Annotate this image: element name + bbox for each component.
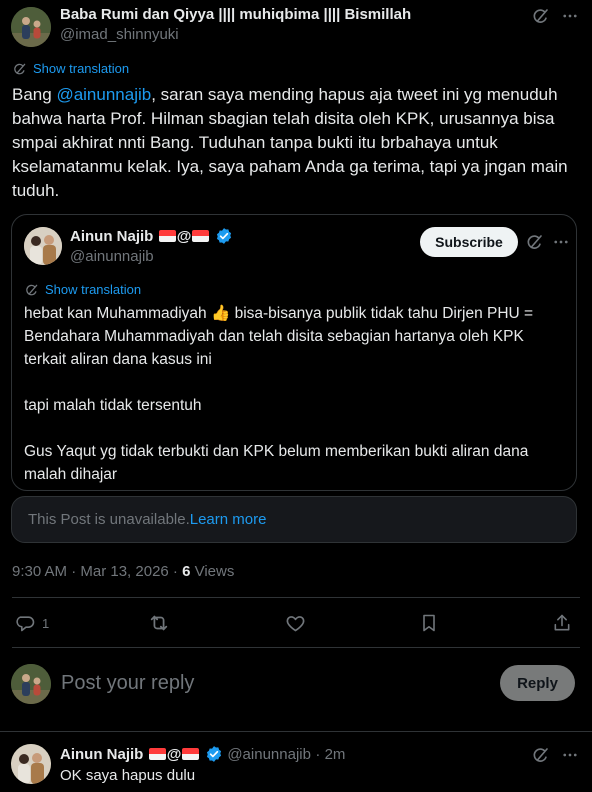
learn-more-link[interactable]: Learn more	[190, 511, 267, 528]
reply-input[interactable]: Post your reply	[61, 672, 194, 695]
grok-icon[interactable]	[531, 745, 551, 765]
reply-author-name[interactable]: Ainun Najib	[60, 746, 143, 763]
share-icon	[554, 614, 570, 631]
reply-icon	[16, 616, 35, 632]
quoted-paragraph: tapi malah tidak tersentuh	[24, 397, 202, 414]
quoted-paragraph: hebat kan Muhammadiyah 👍 bisa-bisanya pu…	[24, 305, 534, 368]
composer-avatar[interactable]	[11, 664, 51, 704]
grok-icon[interactable]	[525, 232, 545, 252]
main-tweet-text: Bang @ainunnajib, saran saya mending hap…	[12, 85, 568, 200]
verified-badge-icon	[216, 228, 231, 244]
indonesia-flag-icon	[182, 748, 200, 760]
share-button[interactable]	[551, 612, 573, 634]
heart-icon	[286, 615, 304, 631]
mention-link[interactable]: @ainunnajib	[56, 85, 151, 104]
reply-button[interactable]: 1	[16, 612, 49, 634]
more-options-icon[interactable]	[551, 232, 571, 252]
show-translation-link[interactable]: Show translation	[25, 282, 141, 297]
retweet-button[interactable]	[148, 612, 170, 634]
translate-icon	[26, 284, 38, 295]
quoted-author-name-row[interactable]: Ainun Najib @	[70, 227, 233, 246]
reply-author-handle[interactable]: @ainunnajib	[227, 746, 311, 763]
tweet-timestamp: 9:30 AM · Mar 13, 2026 · 6 Views	[12, 563, 235, 580]
quoted-paragraph: Gus Yaqut yg tidak terbukti dan KPK belu…	[24, 443, 529, 483]
indonesia-flag-icon	[192, 230, 210, 242]
quoted-tweet-card[interactable]: Ainun Najib @ @ainunnajib Subscribe Show…	[11, 214, 577, 491]
main-author-handle[interactable]: @imad_shinnyuki	[60, 26, 179, 43]
retweet-icon	[150, 615, 168, 631]
more-options-icon[interactable]	[560, 745, 580, 765]
thumbs-up-emoji: 👍	[210, 305, 231, 322]
main-author-name[interactable]: Baba Rumi dan Qiyya |||| muhiqbima |||| …	[60, 6, 411, 23]
divider	[12, 647, 580, 648]
indonesia-flag-icon	[148, 748, 166, 760]
reply-author-avatar[interactable]	[11, 744, 51, 784]
main-author-avatar[interactable]	[11, 7, 51, 47]
bookmark-icon	[423, 614, 435, 632]
grok-icon[interactable]	[531, 6, 551, 26]
reply-tweet-text: OK saya hapus dulu	[60, 767, 196, 784]
verified-badge-icon	[206, 746, 221, 762]
quoted-author-avatar[interactable]	[24, 227, 62, 265]
reply-time[interactable]: · 2m	[315, 746, 345, 763]
reply-count: 1	[42, 615, 50, 631]
reply-submit-button[interactable]: Reply	[500, 665, 575, 701]
like-button[interactable]	[284, 612, 306, 634]
translate-icon	[14, 63, 26, 74]
divider	[0, 731, 592, 732]
bookmark-button[interactable]	[418, 612, 440, 634]
indonesia-flag-icon	[158, 230, 176, 242]
show-translation-link[interactable]: Show translation	[13, 61, 129, 76]
quoted-tweet-text: hebat kan Muhammadiyah 👍 bisa-bisanya pu…	[24, 302, 570, 486]
more-options-icon[interactable]	[560, 6, 580, 26]
subscribe-button[interactable]: Subscribe	[420, 227, 518, 257]
quoted-author-handle[interactable]: @ainunnajib	[70, 248, 154, 265]
unavailable-post-notice: This Post is unavailable. Learn more	[11, 496, 577, 543]
reply-author-row: Ainun Najib @ @ainunnajib · 2m	[60, 746, 346, 763]
divider	[12, 597, 580, 598]
